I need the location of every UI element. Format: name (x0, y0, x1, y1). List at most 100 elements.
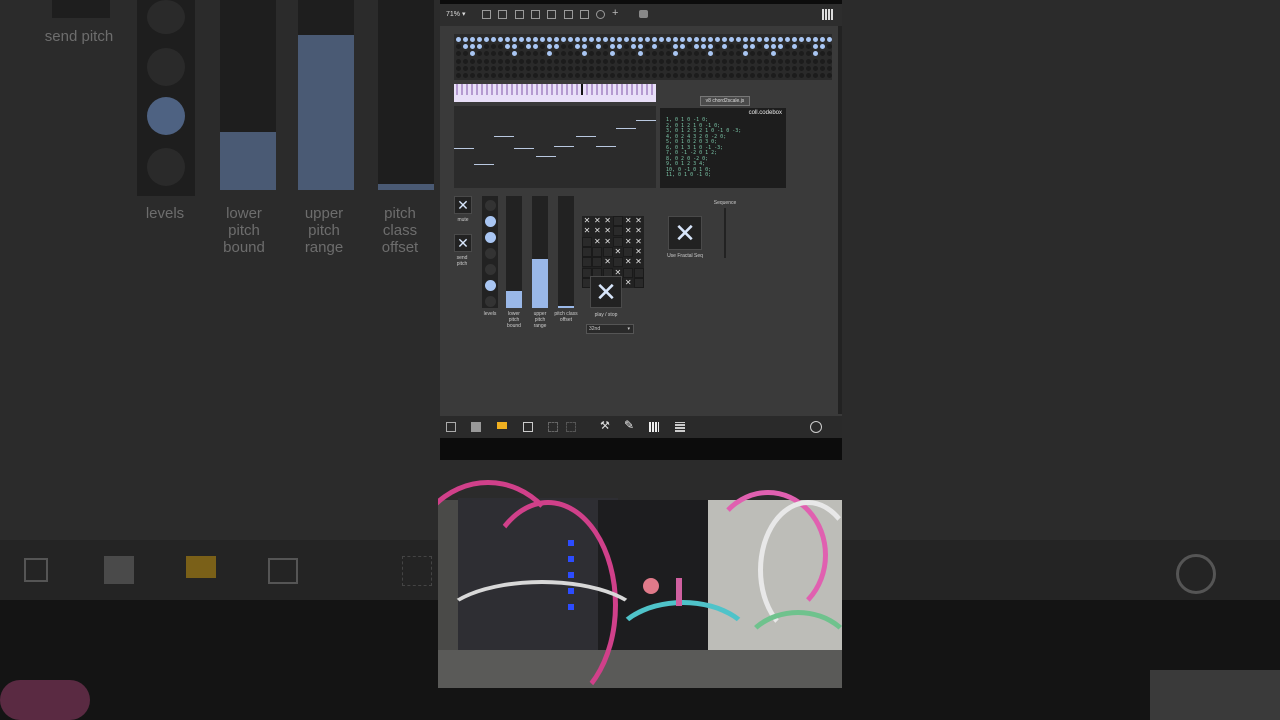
step-dot[interactable] (694, 51, 699, 57)
step-dot[interactable] (631, 73, 636, 78)
step-dot[interactable] (694, 65, 699, 71)
step-dot[interactable] (603, 51, 608, 57)
step-dot[interactable] (652, 44, 657, 50)
step-dot[interactable] (708, 44, 713, 50)
step-dot[interactable] (715, 51, 720, 57)
step-dot[interactable] (757, 51, 762, 57)
step-dot[interactable] (477, 65, 482, 71)
wrench-tool-icon[interactable]: ✎ (624, 418, 634, 432)
step-dot[interactable] (806, 73, 811, 78)
step-dot[interactable] (715, 58, 720, 64)
step-dot[interactable] (743, 51, 748, 57)
step-dot[interactable] (687, 51, 692, 57)
plus-icon[interactable]: + (612, 7, 618, 19)
step-dot[interactable] (722, 65, 727, 71)
matrix-cell[interactable]: ✕ (603, 226, 613, 236)
step-dot[interactable] (813, 51, 818, 57)
step-dot[interactable] (498, 44, 503, 50)
step-dot[interactable] (463, 58, 468, 64)
step-dot[interactable] (659, 44, 664, 50)
step-dot[interactable] (694, 58, 699, 64)
step-dot[interactable] (484, 58, 489, 64)
matrix-cell[interactable]: ✕ (603, 257, 613, 267)
step-dot[interactable] (778, 65, 783, 71)
step-dot[interactable] (617, 73, 622, 78)
step-dot[interactable] (575, 44, 580, 50)
step-dot[interactable] (561, 58, 566, 64)
step-dot[interactable] (582, 73, 587, 78)
step-dot[interactable] (547, 37, 552, 42)
matrix-cell[interactable]: ✕ (582, 216, 592, 226)
step-dot[interactable] (568, 37, 573, 42)
step-dot[interactable] (778, 73, 783, 78)
step-dot[interactable] (827, 65, 832, 71)
step-dot[interactable] (589, 73, 594, 78)
step-dot[interactable] (596, 37, 601, 42)
step-dot[interactable] (680, 58, 685, 64)
matrix-cell[interactable] (582, 257, 592, 268)
step-dot[interactable] (540, 58, 545, 64)
piano-key[interactable] (626, 84, 628, 95)
step-dot[interactable] (680, 65, 685, 71)
step-dot[interactable] (743, 58, 748, 64)
piano-key[interactable] (651, 84, 653, 95)
step-dot[interactable] (596, 51, 601, 57)
matrix-cell[interactable]: ✕ (592, 216, 602, 226)
step-dot[interactable] (701, 44, 706, 50)
step-dot[interactable] (736, 73, 741, 78)
step-dot[interactable] (757, 65, 762, 71)
step-dot[interactable] (680, 37, 685, 42)
new-patch-icon[interactable] (482, 10, 491, 19)
piano-key[interactable] (566, 84, 568, 95)
step-dot[interactable] (582, 58, 587, 64)
piano-key[interactable] (466, 84, 468, 95)
step-dot[interactable] (526, 58, 531, 64)
bang-icon[interactable] (580, 10, 589, 19)
step-dot[interactable] (722, 37, 727, 42)
matrix-cell[interactable] (612, 226, 623, 237)
step-dot[interactable] (743, 37, 748, 42)
levels-control[interactable] (482, 196, 498, 308)
step-dot[interactable] (491, 58, 496, 64)
keyboard-icon[interactable] (649, 422, 659, 432)
step-dot[interactable] (547, 51, 552, 57)
step-dot[interactable] (603, 65, 608, 71)
step-dot[interactable] (512, 58, 517, 64)
step-dot[interactable] (610, 65, 615, 71)
step-dot[interactable] (806, 44, 811, 50)
step-dot[interactable] (652, 58, 657, 64)
step-dot[interactable] (666, 65, 671, 71)
step-dot[interactable] (785, 44, 790, 50)
step-dot[interactable] (456, 44, 461, 50)
step-dot[interactable] (596, 65, 601, 71)
step-dot[interactable] (596, 58, 601, 64)
step-dot[interactable] (673, 37, 678, 42)
step-dot[interactable] (582, 44, 587, 50)
piano-key[interactable] (546, 84, 548, 95)
step-dot[interactable] (568, 44, 573, 50)
step-dot[interactable] (757, 37, 762, 42)
step-dot[interactable] (827, 51, 832, 57)
step-dot[interactable] (610, 37, 615, 42)
matrix-cell[interactable] (612, 236, 623, 247)
step-dot[interactable] (792, 58, 797, 64)
matrix-cell[interactable]: ✕ (613, 247, 623, 257)
step-dot[interactable] (673, 65, 678, 71)
step-dot[interactable] (491, 73, 496, 78)
step-sequencer-grid[interactable] (454, 34, 832, 80)
step-dot[interactable] (813, 58, 818, 64)
wrench-icon[interactable]: ⚒ (600, 419, 610, 432)
step-dot[interactable] (645, 65, 650, 71)
step-dot[interactable] (687, 37, 692, 42)
step-dot[interactable] (799, 44, 804, 50)
step-dot[interactable] (624, 37, 629, 42)
step-dot[interactable] (631, 51, 636, 57)
piano-key[interactable] (581, 84, 583, 95)
step-dot[interactable] (638, 51, 643, 57)
step-dot[interactable] (715, 65, 720, 71)
step-dot[interactable] (680, 51, 685, 57)
piano-key[interactable] (491, 84, 493, 95)
clock-icon[interactable] (596, 10, 605, 19)
step-dot[interactable] (582, 65, 587, 71)
presentation-icon[interactable] (497, 422, 507, 429)
